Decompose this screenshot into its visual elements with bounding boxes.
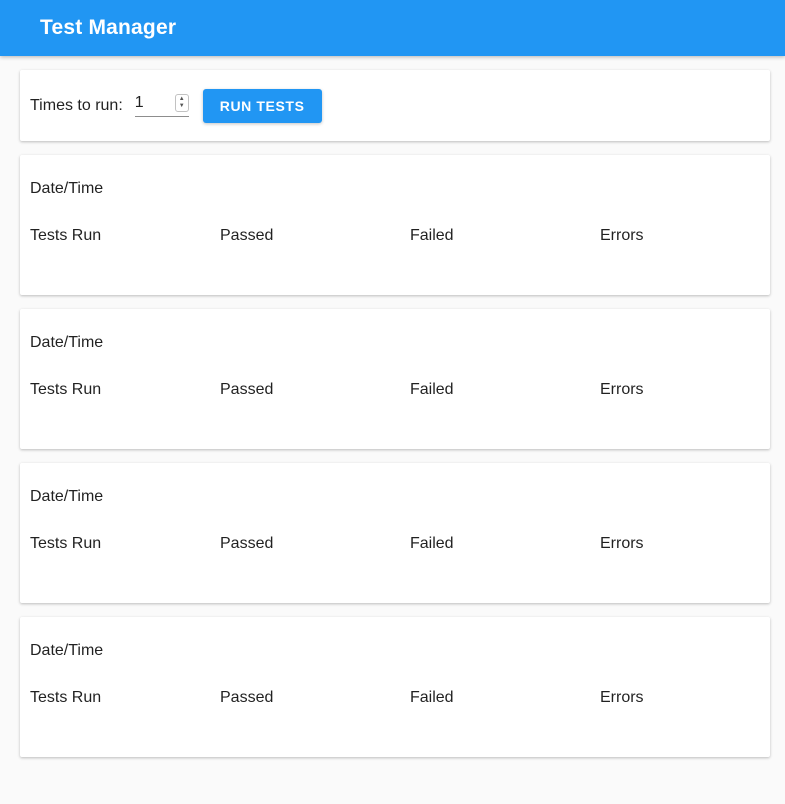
stats-row: Tests Run Passed Failed Errors xyxy=(30,534,760,553)
errors-label: Errors xyxy=(600,380,785,399)
date-time-label: Date/Time xyxy=(30,179,760,198)
stepper-up-icon[interactable]: ▲ xyxy=(179,96,185,103)
run-tests-button[interactable]: RUN TESTS xyxy=(203,89,322,123)
errors-label: Errors xyxy=(600,226,785,245)
errors-label: Errors xyxy=(600,534,785,553)
failed-label: Failed xyxy=(410,226,600,245)
stats-row: Tests Run Passed Failed Errors xyxy=(30,226,760,245)
passed-label: Passed xyxy=(220,226,410,245)
test-result-card: Date/Time Tests Run Passed Failed Errors xyxy=(20,309,770,449)
test-result-card: Date/Time Tests Run Passed Failed Errors xyxy=(20,617,770,757)
tests-run-label: Tests Run xyxy=(30,380,220,399)
failed-label: Failed xyxy=(410,380,600,399)
test-result-card: Date/Time Tests Run Passed Failed Errors xyxy=(20,155,770,295)
tests-run-label: Tests Run xyxy=(30,688,220,707)
failed-label: Failed xyxy=(410,534,600,553)
number-stepper[interactable]: ▲ ▼ xyxy=(175,94,189,112)
run-controls-card: Times to run: ▲ ▼ RUN TESTS xyxy=(20,70,770,141)
date-time-label: Date/Time xyxy=(30,641,760,660)
passed-label: Passed xyxy=(220,380,410,399)
tests-run-label: Tests Run xyxy=(30,534,220,553)
test-result-card: Date/Time Tests Run Passed Failed Errors xyxy=(20,463,770,603)
failed-label: Failed xyxy=(410,688,600,707)
page-title: Test Manager xyxy=(40,16,176,40)
app-root: Test Manager Times to run: ▲ ▼ RUN TESTS… xyxy=(0,0,785,757)
passed-label: Passed xyxy=(220,688,410,707)
passed-label: Passed xyxy=(220,534,410,553)
errors-label: Errors xyxy=(600,688,785,707)
date-time-label: Date/Time xyxy=(30,333,760,352)
main-content: Times to run: ▲ ▼ RUN TESTS Date/Time Te… xyxy=(0,56,785,757)
stepper-down-icon[interactable]: ▼ xyxy=(179,103,185,110)
date-time-label: Date/Time xyxy=(30,487,760,506)
app-bar: Test Manager xyxy=(0,0,785,56)
times-to-run-label: Times to run: xyxy=(30,97,123,115)
times-to-run-field[interactable]: ▲ ▼ xyxy=(135,94,189,117)
tests-run-label: Tests Run xyxy=(30,226,220,245)
stats-row: Tests Run Passed Failed Errors xyxy=(30,688,760,707)
stats-row: Tests Run Passed Failed Errors xyxy=(30,380,760,399)
times-to-run-input[interactable] xyxy=(135,94,165,112)
